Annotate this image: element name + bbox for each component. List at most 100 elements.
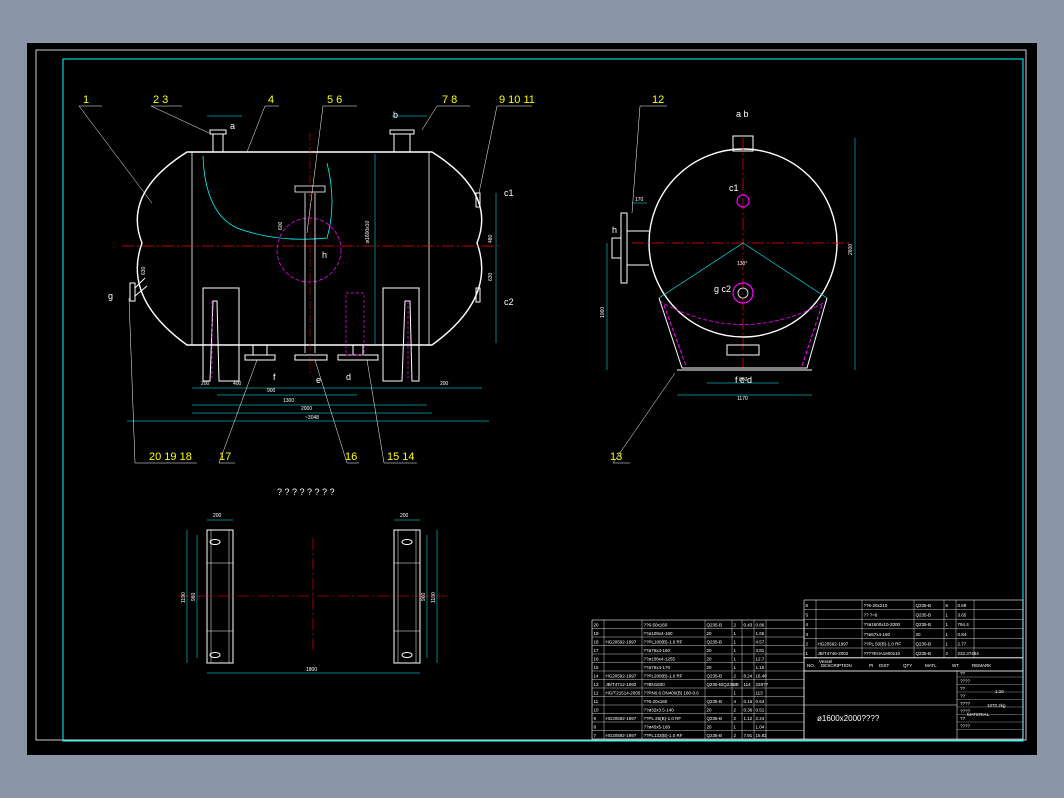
part-label-15-14: 15 14 (387, 451, 415, 463)
nozzle-label-f: f (273, 372, 276, 382)
plan-dim-960: 960 (191, 592, 197, 601)
title-block-row: ?? (960, 671, 966, 676)
side-label-c1: c1 (729, 183, 739, 193)
plan-view-title: ? ? ? ? ? ? ? ? (277, 487, 335, 497)
upper-parts-cell: 1 (946, 632, 949, 637)
parts-cell: 12 (594, 691, 600, 696)
parts-cell: HG20592-1997 (606, 716, 637, 721)
parts-cell: 18 (594, 640, 600, 645)
part-label-17: 17 (219, 451, 231, 463)
upper-parts-cell: 232.3?464 (958, 651, 980, 656)
side-label-ab: a b (736, 109, 749, 119)
side-label-h: h (612, 225, 617, 235)
parts-cell: 1 (734, 640, 737, 645)
plan-dim-200b: 200 (400, 513, 409, 519)
parts-cell: 2 (734, 674, 737, 679)
parts-cell: 13 (594, 682, 600, 687)
parts-cell: HG20592-1997 (606, 674, 637, 679)
parts-cell: ??6-20x160 (644, 699, 668, 704)
upper-parts-cell: HG20592-1997 (818, 641, 849, 646)
nozzle-label-g: g (108, 291, 113, 301)
parts-cell: 8 (594, 725, 597, 730)
parts-cell: 1 (734, 657, 737, 662)
parts-cell: 16 (594, 657, 600, 662)
upper-parts-cell: Q235-B (916, 613, 932, 618)
header-dist: DIST (879, 663, 890, 668)
title-block: ø1600x2000???? Vessel 1:10 1070.2kg MATE… (803, 659, 1024, 740)
title-block-row: ???? (960, 701, 971, 706)
parts-cell: 0.86 (756, 623, 765, 628)
upper-parts-cell: Q235-B (916, 641, 932, 646)
parts-cell: ??PN0.6 DN400(B) 180-0.6 (644, 691, 700, 696)
upper-parts-cell: 6 (946, 603, 949, 608)
part-label-20-19-18: 20 19 18 (149, 451, 192, 463)
parts-cell: ??ø32x3.5-140 (644, 708, 675, 713)
nozzle-label-h: h (322, 250, 327, 260)
nozzle-label-a: a (230, 121, 235, 131)
upper-parts-cell: Q235-B (916, 603, 932, 608)
parts-cell: 1 (734, 691, 737, 696)
parts-cell: 7.91 (744, 733, 753, 738)
parts-cell: 20 (707, 708, 713, 713)
parts-cell: ??6-50x160 (644, 623, 668, 628)
upper-parts-cell: 0.84 (958, 632, 967, 637)
parts-list-table: 20 ??6-50x160 Q235-B 2 0.43 0.8619 ??ø108x4-16… (591, 619, 805, 740)
upper-parts-cell: Q235-B (916, 622, 932, 627)
part-label-1: 1 (83, 94, 89, 106)
parts-cell: 1.12 (744, 716, 753, 721)
header-matl: MATL (925, 663, 937, 668)
parts-cell: Q235-B (707, 699, 723, 704)
header-wt: WT (952, 663, 959, 668)
upper-parts-cell: 4 (806, 622, 809, 627)
title-scale: 1:10 (995, 689, 1004, 694)
dim-170: 170 (635, 197, 644, 203)
upper-parts-cell: 2 (946, 651, 949, 656)
upper-parts-cell: ?? ?=6 (864, 613, 878, 618)
dim-2600: 2600 (848, 244, 854, 255)
parts-cell: ??PL100(B)-1.0 RF (644, 640, 683, 645)
parts-cell: 20 (707, 631, 713, 636)
parts-cell: 20 (707, 725, 713, 730)
parts-cell: 1.65 (756, 631, 765, 636)
parts-cell: Q235-B (707, 623, 723, 628)
parts-cell: 20 (594, 623, 600, 628)
dim-900: 900 (267, 388, 276, 394)
dim-200a: 200 (201, 381, 210, 387)
parts-cell: 113 (756, 691, 764, 696)
vessel-shell (136, 151, 483, 346)
upper-parts-cell: 1 (946, 622, 949, 627)
parts-cell: 17 (594, 648, 600, 653)
parts-cell: 15.82 (756, 733, 768, 738)
upper-parts-cell: ??ø1600x10-2000 (864, 622, 901, 627)
header-qty: QTY (903, 663, 912, 668)
parts-cell: 3.81 (756, 648, 765, 653)
upper-parts-cell: 1 (946, 613, 949, 618)
parts-cell: 20 (707, 657, 713, 662)
side-label-gc2: g c2 (714, 284, 731, 294)
nozzle-label-d: d (346, 372, 351, 382)
parts-cell: 19 (594, 631, 600, 636)
parts-cell: ??PL 25(B)-1.0 RF (644, 716, 682, 721)
dim-1170: 1170 (737, 396, 748, 402)
parts-cell: 1.16 (756, 665, 765, 670)
header-remark: REMARK (972, 663, 991, 668)
upper-parts-cell: Q235-B (916, 651, 932, 656)
title-block-row: ?? (960, 716, 966, 721)
parts-cell: 0.64 (756, 699, 765, 704)
upper-parts-cell: ????EHA1600x10 (864, 651, 901, 656)
parts-cell: ??ø45x5-160 (644, 725, 671, 730)
parts-cell: ??ø76x4-160 (644, 648, 671, 653)
parts-cell: 1 (734, 631, 737, 636)
part-label-5-6: 5 6 (327, 94, 342, 106)
cutaway-break-line (202, 155, 333, 240)
title-block-row: ???? (960, 709, 971, 714)
parts-cell: 0.43 (744, 623, 753, 628)
dim-630: 630 (488, 272, 494, 281)
upper-parts-cell: ??PL 50(B)-1.0 RF (864, 641, 902, 646)
upper-parts-cell: 1 (946, 641, 949, 646)
parts-cell: Q235-B (707, 733, 723, 738)
dim-2000: 2000 (301, 406, 312, 412)
parts-cell: 9 (594, 716, 597, 721)
parts-cell: 7 (594, 733, 597, 738)
saddle-left (202, 287, 240, 382)
